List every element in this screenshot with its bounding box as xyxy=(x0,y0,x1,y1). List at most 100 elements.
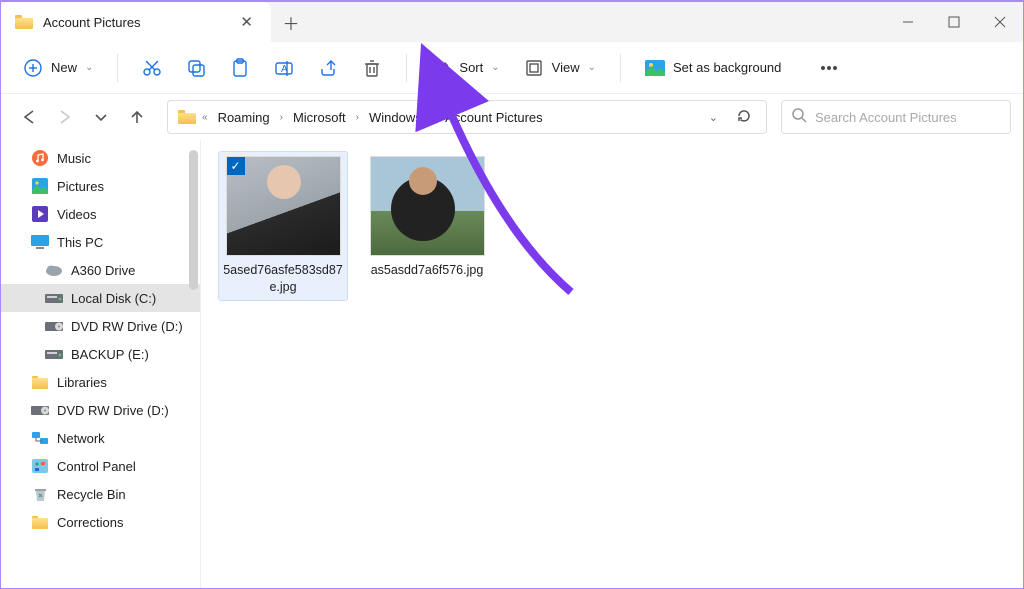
toolbar: New ⌄ A Sort ⌄ View ⌄ Set as background xyxy=(1,42,1023,94)
refresh-button[interactable] xyxy=(732,104,756,131)
sidebar: Music Pictures VideosThis PC A360 Drive Loca… xyxy=(1,140,201,588)
background-icon xyxy=(645,58,665,78)
body: Music Pictures VideosThis PC A360 Drive Loca… xyxy=(1,140,1023,588)
new-button[interactable]: New ⌄ xyxy=(13,52,103,84)
sidebar-item[interactable]: Videos xyxy=(1,200,200,228)
chevron-right-icon: › xyxy=(356,112,359,123)
rename-button[interactable]: A xyxy=(264,52,304,84)
separator xyxy=(117,54,118,82)
sidebar-item-label: Network xyxy=(57,431,105,446)
breadcrumb-item[interactable]: Account Pictures xyxy=(441,107,547,128)
sidebar-item-label: Pictures xyxy=(57,179,104,194)
file-thumbnail: ✓ xyxy=(226,156,341,256)
disk-icon xyxy=(45,346,63,362)
sort-label: Sort xyxy=(459,60,483,75)
sidebar-item[interactable]: This PC xyxy=(1,228,200,256)
music-icon xyxy=(31,150,49,166)
sidebar-item-label: Corrections xyxy=(57,515,123,530)
sidebar-item-label: BACKUP (E:) xyxy=(71,347,149,362)
sidebar-item-label: Local Disk (C:) xyxy=(71,291,156,306)
sidebar-item[interactable]: DVD RW Drive (D:) xyxy=(1,396,200,424)
cloud-icon xyxy=(45,262,63,278)
sidebar-item[interactable]: BACKUP (E:) xyxy=(1,340,200,368)
sidebar-scrollbar[interactable] xyxy=(186,140,200,588)
search-input[interactable] xyxy=(815,110,1000,125)
file-name: 5ased76asfe583sd87e.jpg xyxy=(223,262,343,296)
separator xyxy=(406,54,407,82)
search-box[interactable] xyxy=(781,100,1011,134)
view-button[interactable]: View ⌄ xyxy=(514,52,606,84)
chevron-left-double-icon: « xyxy=(202,112,208,123)
sidebar-item[interactable]: DVD RW Drive (D:) xyxy=(1,312,200,340)
sidebar-item[interactable]: Music xyxy=(1,144,200,172)
sort-icon xyxy=(431,58,451,78)
sidebar-item[interactable]: A360 Drive xyxy=(1,256,200,284)
folder-icon xyxy=(178,110,196,124)
file-item[interactable]: ✓ 5ased76asfe583sd87e.jpg xyxy=(219,152,347,300)
scissors-icon xyxy=(142,58,162,78)
forward-button[interactable] xyxy=(49,101,81,133)
sidebar-item-label: A360 Drive xyxy=(71,263,135,278)
chevron-down-icon: ⌄ xyxy=(588,62,596,73)
breadcrumb-dropdown[interactable]: ⌄ xyxy=(701,108,726,127)
close-window-button[interactable] xyxy=(977,2,1023,42)
scrollbar-thumb[interactable] xyxy=(189,150,198,290)
maximize-button[interactable] xyxy=(931,2,977,42)
videos-icon xyxy=(31,206,49,222)
set-background-button[interactable]: Set as background xyxy=(635,52,791,84)
recent-button[interactable] xyxy=(85,101,117,133)
sort-button[interactable]: Sort ⌄ xyxy=(421,52,509,84)
file-content-area[interactable]: ✓ 5ased76asfe583sd87e.jpg as5asdd7a6f576.j… xyxy=(201,140,1023,588)
folder-icon xyxy=(31,514,49,530)
sidebar-item-label: Recycle Bin xyxy=(57,487,126,502)
back-button[interactable] xyxy=(13,101,45,133)
share-icon xyxy=(318,58,338,78)
rename-icon: A xyxy=(274,58,294,78)
title-bar: Account Pictures ✕ ＋ xyxy=(1,2,1023,42)
background-label: Set as background xyxy=(673,60,781,75)
sidebar-item-label: Control Panel xyxy=(57,459,136,474)
sidebar-item-label: Music xyxy=(57,151,91,166)
view-icon xyxy=(524,58,544,78)
sidebar-item-label: Libraries xyxy=(57,375,107,390)
sidebar-item[interactable]: Corrections xyxy=(1,508,200,536)
breadcrumb-item[interactable]: Windows xyxy=(365,107,426,128)
up-button[interactable] xyxy=(121,101,153,133)
new-label: New xyxy=(51,60,77,75)
sidebar-item[interactable]: Libraries xyxy=(1,368,200,396)
folder-icon xyxy=(31,374,49,390)
sidebar-item[interactable]: Local Disk (C:) xyxy=(1,284,200,312)
new-tab-button[interactable]: ＋ xyxy=(271,2,311,42)
tab-title: Account Pictures xyxy=(43,15,224,30)
sidebar-item[interactable]: Pictures xyxy=(1,172,200,200)
sidebar-item-label: DVD RW Drive (D:) xyxy=(71,319,183,334)
more-button[interactable] xyxy=(809,52,849,84)
sidebar-item[interactable]: Network xyxy=(1,424,200,452)
window-tab[interactable]: Account Pictures ✕ xyxy=(1,2,271,42)
thispc-icon xyxy=(31,234,49,250)
cut-button[interactable] xyxy=(132,52,172,84)
dvd-icon xyxy=(45,318,63,334)
chevron-down-icon: ⌄ xyxy=(85,62,93,73)
file-item[interactable]: as5asdd7a6f576.jpg xyxy=(363,152,491,283)
address-bar[interactable]: « Roaming › Microsoft › Windows › Accoun… xyxy=(167,100,767,134)
window-controls xyxy=(885,2,1023,42)
share-button[interactable] xyxy=(308,52,348,84)
plus-circle-icon xyxy=(23,58,43,78)
close-tab-icon[interactable]: ✕ xyxy=(234,10,259,34)
separator xyxy=(620,54,621,82)
more-icon xyxy=(819,58,839,78)
breadcrumb-item[interactable]: Microsoft xyxy=(289,107,350,128)
sidebar-item[interactable]: Recycle Bin xyxy=(1,480,200,508)
delete-button[interactable] xyxy=(352,52,392,84)
copy-button[interactable] xyxy=(176,52,216,84)
chevron-right-icon: › xyxy=(432,112,435,123)
file-thumbnail xyxy=(370,156,485,256)
sidebar-item[interactable]: Control Panel xyxy=(1,452,200,480)
chevron-right-icon: › xyxy=(280,112,283,123)
trash-icon xyxy=(362,58,382,78)
recycle-icon xyxy=(31,486,49,502)
paste-button[interactable] xyxy=(220,52,260,84)
minimize-button[interactable] xyxy=(885,2,931,42)
breadcrumb-item[interactable]: Roaming xyxy=(214,107,274,128)
